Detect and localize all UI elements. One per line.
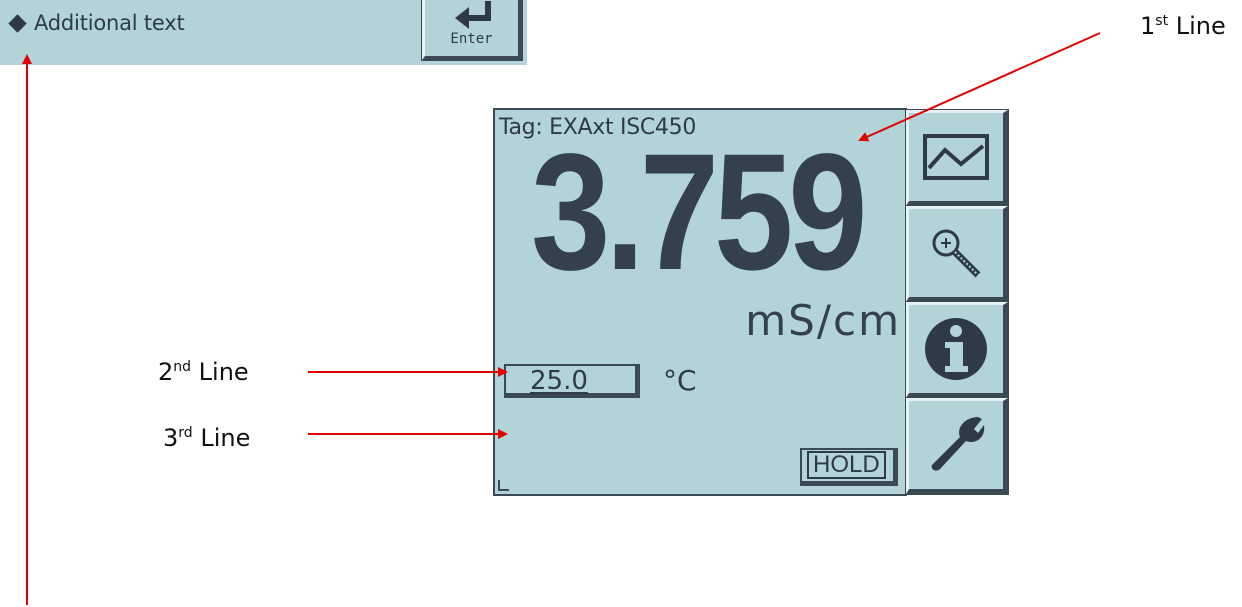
annotation-arrows: [22, 32, 1101, 605]
arrow-first-line: [858, 32, 1101, 142]
